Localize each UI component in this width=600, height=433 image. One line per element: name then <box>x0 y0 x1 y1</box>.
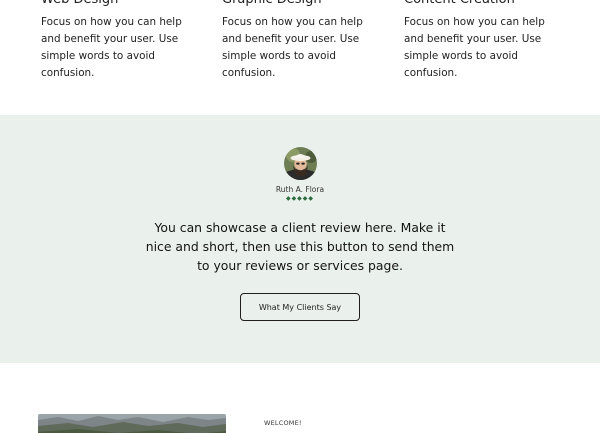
service-description: Focus on how you can help and benefit yo… <box>41 16 182 79</box>
service-title: Content Creation <box>404 0 564 9</box>
services-section: Web Design Focus on how you can help and… <box>0 0 600 115</box>
service-card-web-design: Web Design Focus on how you can help and… <box>41 0 201 82</box>
service-title: Graphic Design <box>222 0 382 9</box>
service-description: Focus on how you can help and benefit yo… <box>404 16 545 79</box>
testimonial-quote: You can showcase a client review here. M… <box>145 220 455 273</box>
about-section: WELCOME! <box>0 363 600 433</box>
service-card-content-creation: Content Creation Focus on how you can he… <box>404 0 564 82</box>
reviewer-avatar <box>284 147 317 180</box>
what-my-clients-say-button[interactable]: What My Clients Say <box>240 293 360 321</box>
testimonial-section: Ruth A. Flora ◆◆◆◆◆ You can showcase a c… <box>0 115 600 363</box>
service-card-graphic-design: Graphic Design Focus on how you can help… <box>222 0 382 82</box>
rating-stars: ◆◆◆◆◆ <box>285 195 315 202</box>
reviewer-name: Ruth A. Flora <box>275 185 325 194</box>
welcome-eyebrow: WELCOME! <box>264 419 302 427</box>
landscape-image <box>38 414 226 433</box>
service-description: Focus on how you can help and benefit yo… <box>222 16 363 79</box>
service-title: Web Design <box>41 0 201 9</box>
